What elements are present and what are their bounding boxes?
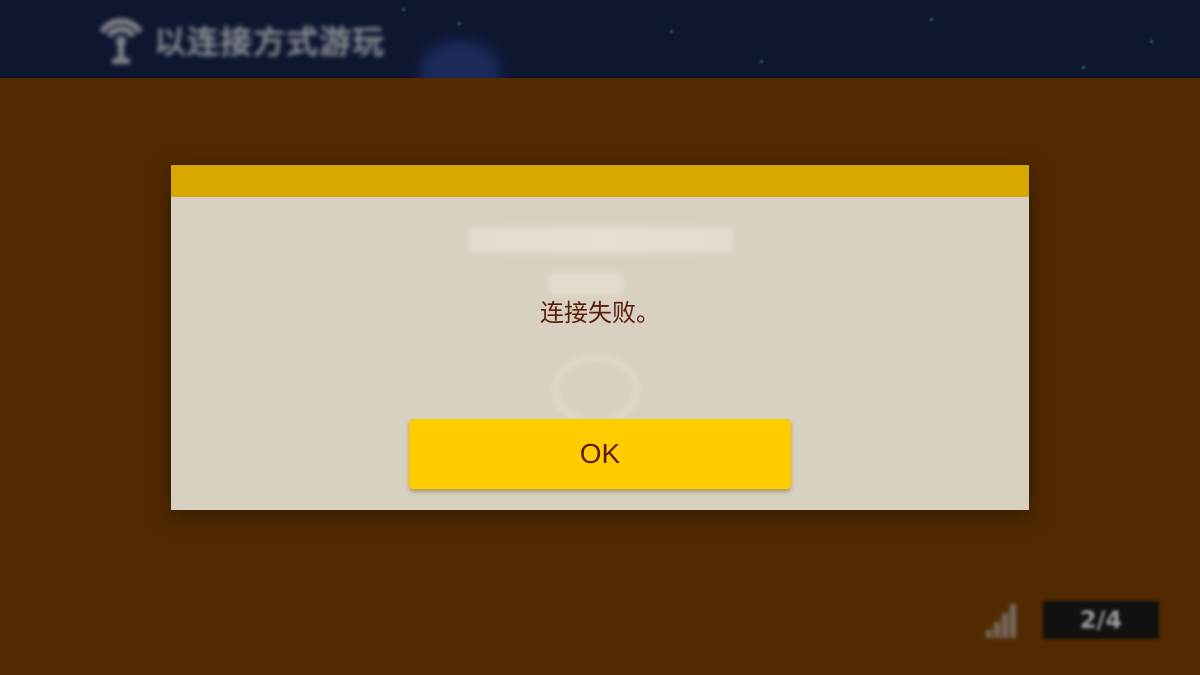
game-screen: 以连接方式游玩 2/4 连接失败。 OK [0, 0, 1200, 675]
faded-underlying-text [549, 273, 623, 295]
background-title: 以连接方式游玩 [154, 23, 386, 61]
background-planet [420, 40, 500, 78]
ok-button[interactable]: OK [409, 419, 791, 489]
signal-strength-icon [986, 604, 1016, 638]
dialog-top-bar [171, 165, 1029, 197]
ok-button-label: OK [579, 438, 621, 469]
error-dialog: 连接失败。 OK [171, 165, 1029, 510]
wireless-antenna-icon [99, 18, 143, 64]
background-header: 以连接方式游玩 [0, 0, 1200, 78]
faded-loading-spinner-icon [553, 355, 639, 425]
faded-underlying-text [469, 227, 733, 253]
page-counter-text: 2/4 [1079, 606, 1123, 634]
dialog-message: 连接失败。 [540, 299, 660, 327]
background-title-row: 以连接方式游玩 [98, 14, 385, 66]
page-counter: 2/4 [1043, 601, 1159, 639]
